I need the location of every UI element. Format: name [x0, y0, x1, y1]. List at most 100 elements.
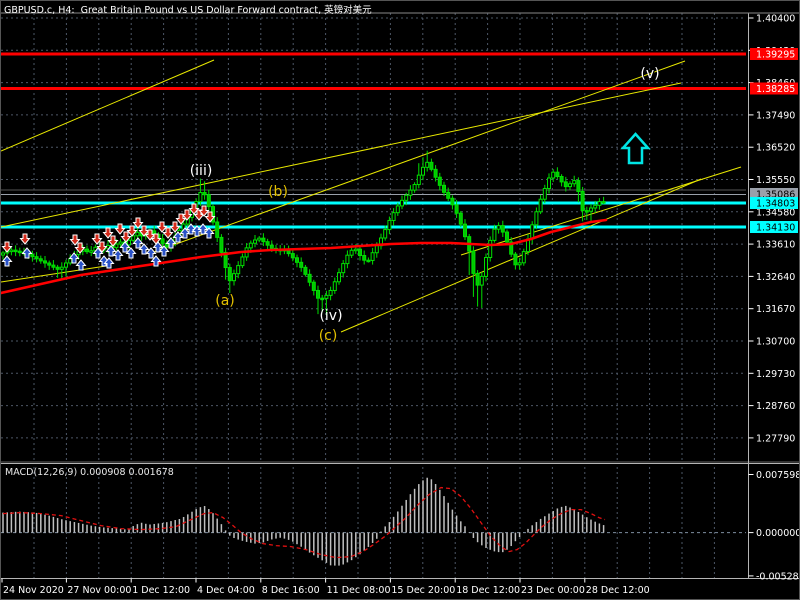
candle-body [479, 275, 484, 286]
candle-body [421, 166, 425, 176]
candle-body [471, 250, 476, 274]
candle-body [538, 198, 543, 213]
price-axis-label: 1.27790 [756, 433, 795, 444]
time-axis-label[interactable]: 4 Dec 04:00 [197, 585, 255, 596]
candle-body [416, 174, 421, 186]
candle-body [240, 256, 245, 267]
sell-arrow-icon[interactable] [19, 233, 31, 245]
candle-body [362, 255, 367, 261]
big-up-arrow-icon[interactable] [620, 132, 651, 165]
candle-body [349, 249, 354, 256]
candle-body [542, 188, 547, 200]
candle-body [513, 253, 518, 266]
candle-body [353, 248, 358, 252]
candle-body [17, 250, 22, 254]
candle-body [383, 229, 388, 239]
candle-body [219, 236, 224, 253]
candle-body [551, 171, 556, 179]
price-axis-label: 1.37490 [756, 110, 795, 121]
sell-arrow-icon[interactable] [156, 221, 168, 233]
candle-body [563, 181, 568, 188]
candle-body [366, 259, 371, 263]
price-axis-label: 1.40400 [756, 14, 795, 25]
time-axis-label[interactable]: 24 Nov 2020 [3, 585, 64, 596]
candle-body [433, 168, 438, 178]
candle-body [248, 242, 253, 249]
time-axis-label[interactable]: 27 Nov 00:00 [67, 585, 131, 596]
candle-body [559, 176, 564, 183]
candle-body [442, 184, 446, 193]
candle-body [261, 237, 266, 243]
macd-axis-label: 0.000000 [756, 528, 800, 539]
candle-body [160, 238, 165, 244]
candle-body [500, 225, 505, 233]
candle-body [236, 265, 241, 275]
candle-body [328, 289, 333, 296]
time-axis-label[interactable]: 1 Dec 12:00 [132, 585, 190, 596]
chart-canvas[interactable]: (iii)(b)(a)(iv)(c)(v)1.404001.394301.384… [1, 1, 800, 600]
candle-body [370, 252, 375, 261]
time-axis-label[interactable]: 15 Dec 20:00 [391, 585, 455, 596]
candle-body [118, 241, 123, 245]
trendline[interactable] [1, 59, 215, 152]
candle-body [64, 262, 68, 268]
candle-body [429, 161, 434, 170]
candle-body [332, 281, 337, 291]
candle-body [303, 266, 308, 275]
price-axis-label: 1.32640 [756, 272, 795, 283]
time-axis-label[interactable]: 28 Dec 12:00 [586, 585, 650, 596]
trendline[interactable] [1, 82, 682, 228]
price-axis-label: 1.28760 [756, 401, 795, 412]
candle-body [576, 180, 581, 192]
candle-body [425, 161, 430, 168]
buy-arrow-icon[interactable] [125, 247, 137, 259]
candle-body [517, 262, 522, 266]
candle-body [475, 272, 480, 286]
candle-body [51, 264, 56, 268]
wave-label[interactable]: (iv) [319, 308, 342, 324]
time-axis-label[interactable]: 23 Dec 00:00 [521, 585, 585, 596]
buy-arrow-icon[interactable] [1, 255, 13, 267]
candle-body [400, 199, 404, 207]
candle-body [601, 201, 606, 204]
wave-label[interactable]: (v) [640, 66, 659, 82]
price-axis-label: 1.31670 [756, 304, 795, 315]
time-axis-label[interactable]: 18 Dec 12:00 [456, 585, 520, 596]
macd-indicator-label: MACD(12,26,9) 0.000908 0.001678 [5, 467, 174, 478]
candle-body [47, 262, 52, 266]
candle-body [55, 266, 60, 270]
time-axis-label[interactable]: 8 Dec 16:00 [262, 585, 320, 596]
candle-body [1, 252, 5, 256]
candle-body [374, 245, 379, 254]
macd-signal-line [2, 486, 606, 559]
candle-body [597, 201, 602, 206]
price-badge-label: 1.34803 [756, 199, 795, 210]
candle-body [198, 192, 203, 203]
candle-body [345, 254, 350, 265]
price-badge-label: 1.39295 [756, 50, 795, 61]
candle-body [547, 177, 551, 189]
candle-body [412, 184, 417, 191]
candle-body [408, 189, 413, 196]
candle-body [505, 231, 509, 243]
candle-body [269, 244, 274, 249]
candle-body [358, 248, 362, 256]
buy-arrow-icon[interactable] [75, 259, 87, 271]
macd-axis-label: -0.005280 [756, 571, 800, 582]
macd-name: MACD(12,26,9) [5, 467, 78, 478]
time-axis-label[interactable]: 11 Dec 08:00 [327, 585, 391, 596]
sell-arrow-icon[interactable] [162, 227, 174, 239]
candle-body [437, 176, 442, 186]
wave-label[interactable]: (b) [268, 184, 288, 200]
candle-body [30, 254, 35, 258]
candle-body [496, 225, 501, 230]
wave-label[interactable]: (iii) [190, 163, 213, 179]
wave-label[interactable]: (a) [215, 293, 235, 309]
candle-body [227, 267, 232, 282]
candle-body [135, 231, 140, 237]
candle-body [127, 239, 131, 246]
candle-body [257, 237, 262, 241]
candle-body [295, 257, 299, 263]
trendline[interactable] [460, 166, 742, 256]
wave-label[interactable]: (c) [319, 328, 338, 344]
